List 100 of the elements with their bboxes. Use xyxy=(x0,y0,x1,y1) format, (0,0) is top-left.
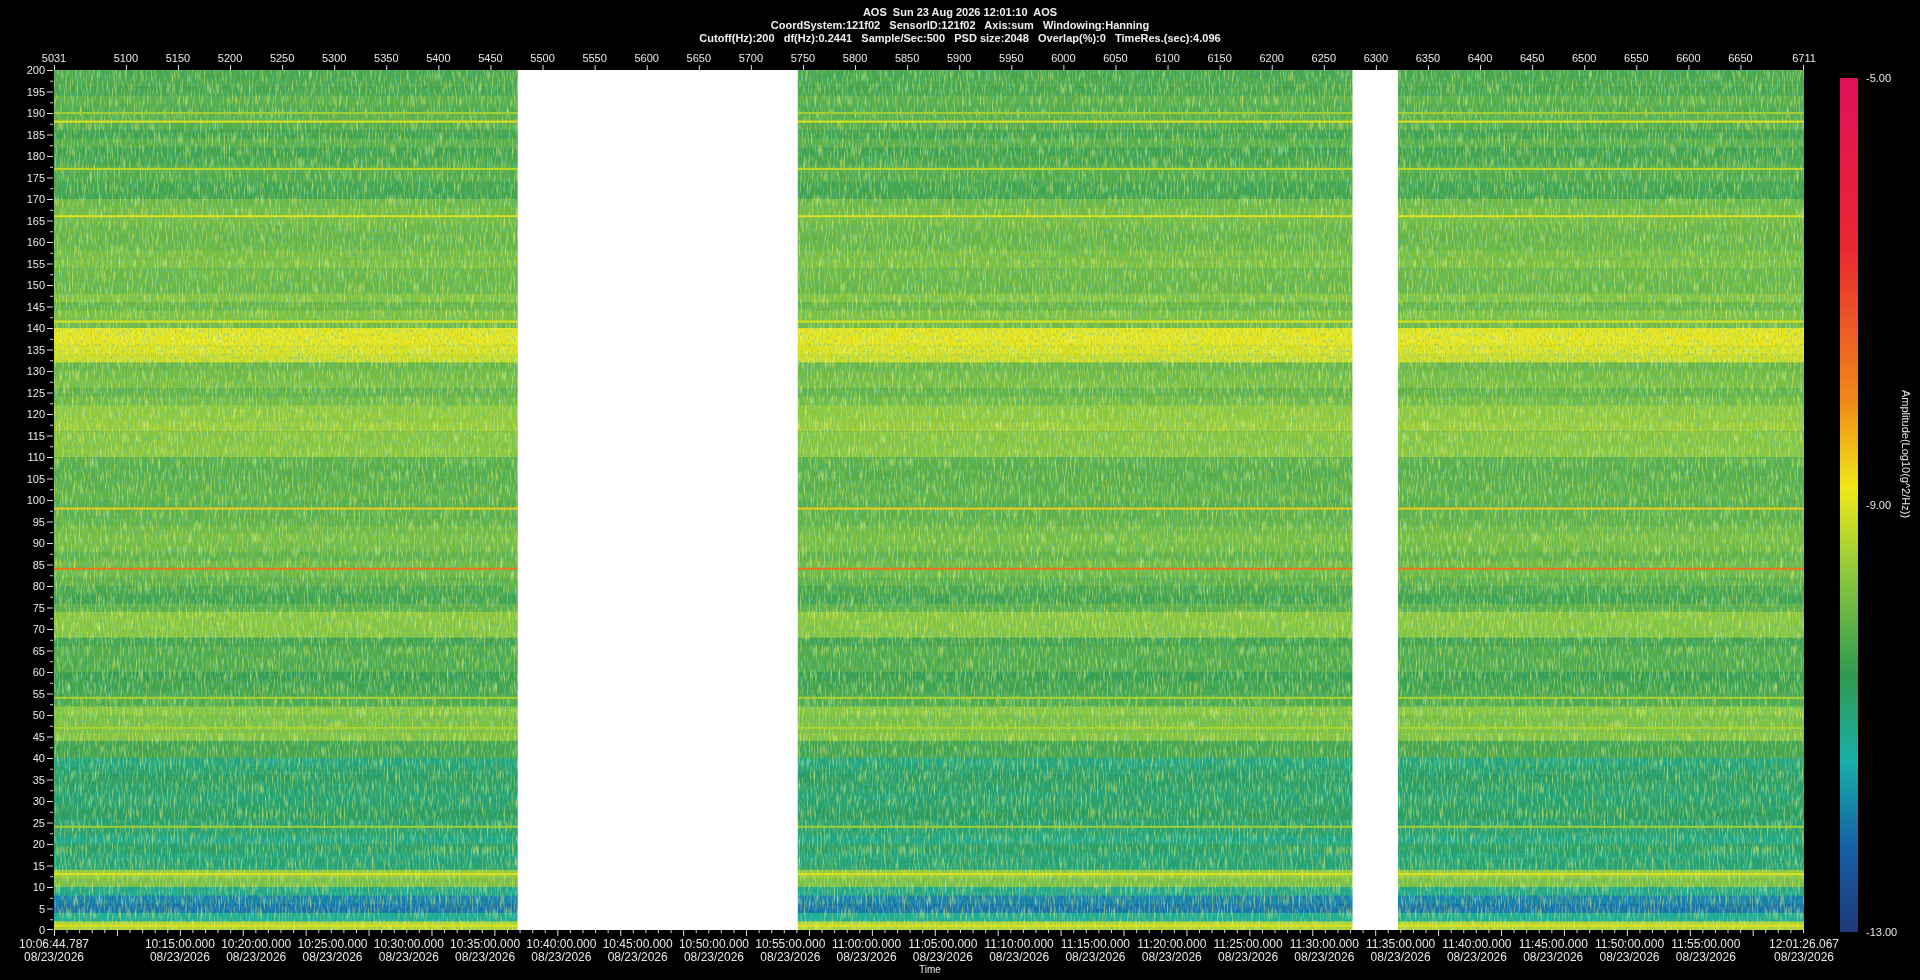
axis-tick-label: 45 xyxy=(32,730,45,743)
axis-tick-label: 5600 xyxy=(634,52,659,64)
time-tick-label: 10:35:00.000 xyxy=(450,938,521,951)
axis-tick-label: 190 xyxy=(26,107,45,119)
colorbar-title: Amplitude(Log10(g^2/Hz)) xyxy=(1900,390,1912,519)
axis-tick-label: 60 xyxy=(32,666,45,678)
axis-tick-label: 0 xyxy=(38,924,45,936)
time-tick-label: 11:00:00.000 xyxy=(832,938,902,951)
axis-tick-label: 5650 xyxy=(686,52,711,64)
axis-tick-label: 25 xyxy=(32,816,45,829)
axis-tick-label: 110 xyxy=(27,451,45,463)
axis-tick-label: 5350 xyxy=(374,52,399,64)
axis-tick-label: 140 xyxy=(26,322,45,334)
axis-tick-label: 6600 xyxy=(1676,52,1701,64)
axis-tick-label: 5500 xyxy=(530,52,555,64)
time-tick-label: 10:06:44.787 xyxy=(18,938,90,951)
time-tick-label: 11:45:00.000 xyxy=(1518,938,1588,951)
axis-tick-label: 80 xyxy=(32,580,45,592)
date-tick-label: 08/23/2026 xyxy=(1218,951,1279,964)
date-tick-label: 08/23/2026 xyxy=(989,951,1050,964)
time-tick-label: 11:30:00.000 xyxy=(1289,938,1359,951)
axis-tick-label: 5750 xyxy=(790,52,816,64)
axis-tick-label: 195 xyxy=(26,85,45,98)
axis-tick-label: 40 xyxy=(32,752,45,764)
time-tick-label: 10:30:00.000 xyxy=(373,938,444,951)
colorbar-tick-label: -5.00 xyxy=(1866,72,1892,84)
axis-tick-label: 90 xyxy=(32,537,45,549)
axis-tick-label: 5450 xyxy=(478,52,503,64)
chart-header-text: AOS Sun 23 Aug 2026 12:01:10 AOS xyxy=(862,6,1058,19)
time-tick-label: 10:50:00.000 xyxy=(678,938,749,951)
axis-tick-label: 160 xyxy=(26,236,45,248)
colorbar-tick-label: -9.00 xyxy=(1866,499,1892,511)
date-tick-label: 08/23/2026 xyxy=(683,951,744,964)
date-tick-label: 08/23/2026 xyxy=(836,951,897,964)
colorbar-tick-label: -13.00 xyxy=(1866,926,1898,938)
axis-tick-label: 155 xyxy=(26,257,45,270)
time-tick-label: 11:15:00.000 xyxy=(1060,938,1131,951)
axis-tick-label: 70 xyxy=(32,623,45,635)
axis-tick-label: 5250 xyxy=(269,52,295,64)
axis-tick-label: 6250 xyxy=(1311,52,1336,64)
axis-tick-label: 20 xyxy=(32,838,45,850)
date-tick-label: 08/23/2026 xyxy=(607,951,668,964)
axis-tick-label: 10 xyxy=(32,881,45,893)
axis-tick-label: 5300 xyxy=(321,52,347,64)
time-tick-label: 10:55:00.000 xyxy=(755,938,826,951)
axis-tick-label: 105 xyxy=(26,472,45,485)
axis-tick-label: 5900 xyxy=(946,52,972,64)
date-tick-label: 08/23/2026 xyxy=(226,951,287,964)
axis-tick-label: 6400 xyxy=(1467,52,1493,64)
axis-tick-label: 5100 xyxy=(113,52,139,64)
axis-tick-label: 55 xyxy=(32,687,45,700)
axis-tick-label: 130 xyxy=(26,365,45,377)
axis-tick-label: 6550 xyxy=(1624,52,1649,64)
axis-tick-label: 5400 xyxy=(426,52,451,64)
x-axis-title: Time xyxy=(919,964,941,975)
date-tick-label: 08/23/2026 xyxy=(1446,951,1507,964)
axis-tick-label: 15 xyxy=(32,859,45,872)
axis-tick-label: 125 xyxy=(26,386,45,399)
axis-tick-label: 200 xyxy=(26,64,45,76)
axis-tick-label: 185 xyxy=(26,128,45,141)
axis-tick-label: 145 xyxy=(26,300,45,313)
axis-tick-label: 6100 xyxy=(1155,52,1180,64)
axis-tick-label: 6000 xyxy=(1051,52,1076,64)
axis-tick-label: 6650 xyxy=(1728,52,1753,64)
axis-tick-label: 75 xyxy=(32,601,45,614)
axis-tick-label: 170 xyxy=(26,193,45,205)
axis-tick-label: 150 xyxy=(26,279,45,291)
axis-tick-label: 180 xyxy=(26,150,45,162)
axis-tick-label: 135 xyxy=(26,343,45,356)
time-tick-label: 10:45:00.000 xyxy=(602,938,673,951)
time-tick-label: 11:55:00.000 xyxy=(1671,938,1741,951)
axis-tick-label: 95 xyxy=(32,515,45,528)
date-tick-label: 08/23/2026 xyxy=(912,951,973,964)
time-tick-label: 11:25:00.000 xyxy=(1213,938,1283,951)
axis-tick-label: 65 xyxy=(32,644,45,657)
date-tick-label: 08/23/2026 xyxy=(1599,951,1660,964)
date-tick-label: 08/23/2026 xyxy=(302,951,363,964)
time-tick-label: 10:25:00.000 xyxy=(297,938,368,951)
time-tick-label: 10:40:00.000 xyxy=(526,938,597,951)
date-tick-label: 08/23/2026 xyxy=(455,951,516,964)
axis-tick-label: 85 xyxy=(32,558,45,571)
date-tick-label: 08/23/2026 xyxy=(1065,951,1126,964)
time-tick-label: 11:50:00.000 xyxy=(1594,938,1665,951)
axis-tick-label: 100 xyxy=(26,494,45,506)
time-tick-label: 11:40:00.000 xyxy=(1442,938,1512,951)
axis-tick-label: 165 xyxy=(26,214,45,227)
date-tick-label: 08/23/2026 xyxy=(1294,951,1355,964)
axis-tick-label: 6500 xyxy=(1571,52,1597,64)
axis-tick-label: 5200 xyxy=(217,52,243,64)
axis-tick-label: 6150 xyxy=(1207,52,1232,64)
date-tick-label: 08/23/2026 xyxy=(1675,951,1736,964)
time-tick-label: 12:01:26.067 xyxy=(1768,938,1840,951)
axis-tick-label: 50 xyxy=(32,709,45,721)
axis-tick-label: 6300 xyxy=(1363,52,1389,64)
axis-tick-label: 6711 xyxy=(1792,52,1816,64)
date-tick-label: 08/23/2026 xyxy=(760,951,821,964)
time-tick-label: 10:15:00.000 xyxy=(144,938,215,951)
axis-tick-label: 6350 xyxy=(1415,52,1441,64)
axis-tick-label: 6200 xyxy=(1259,52,1284,64)
axis-tick-label: 115 xyxy=(27,429,45,442)
